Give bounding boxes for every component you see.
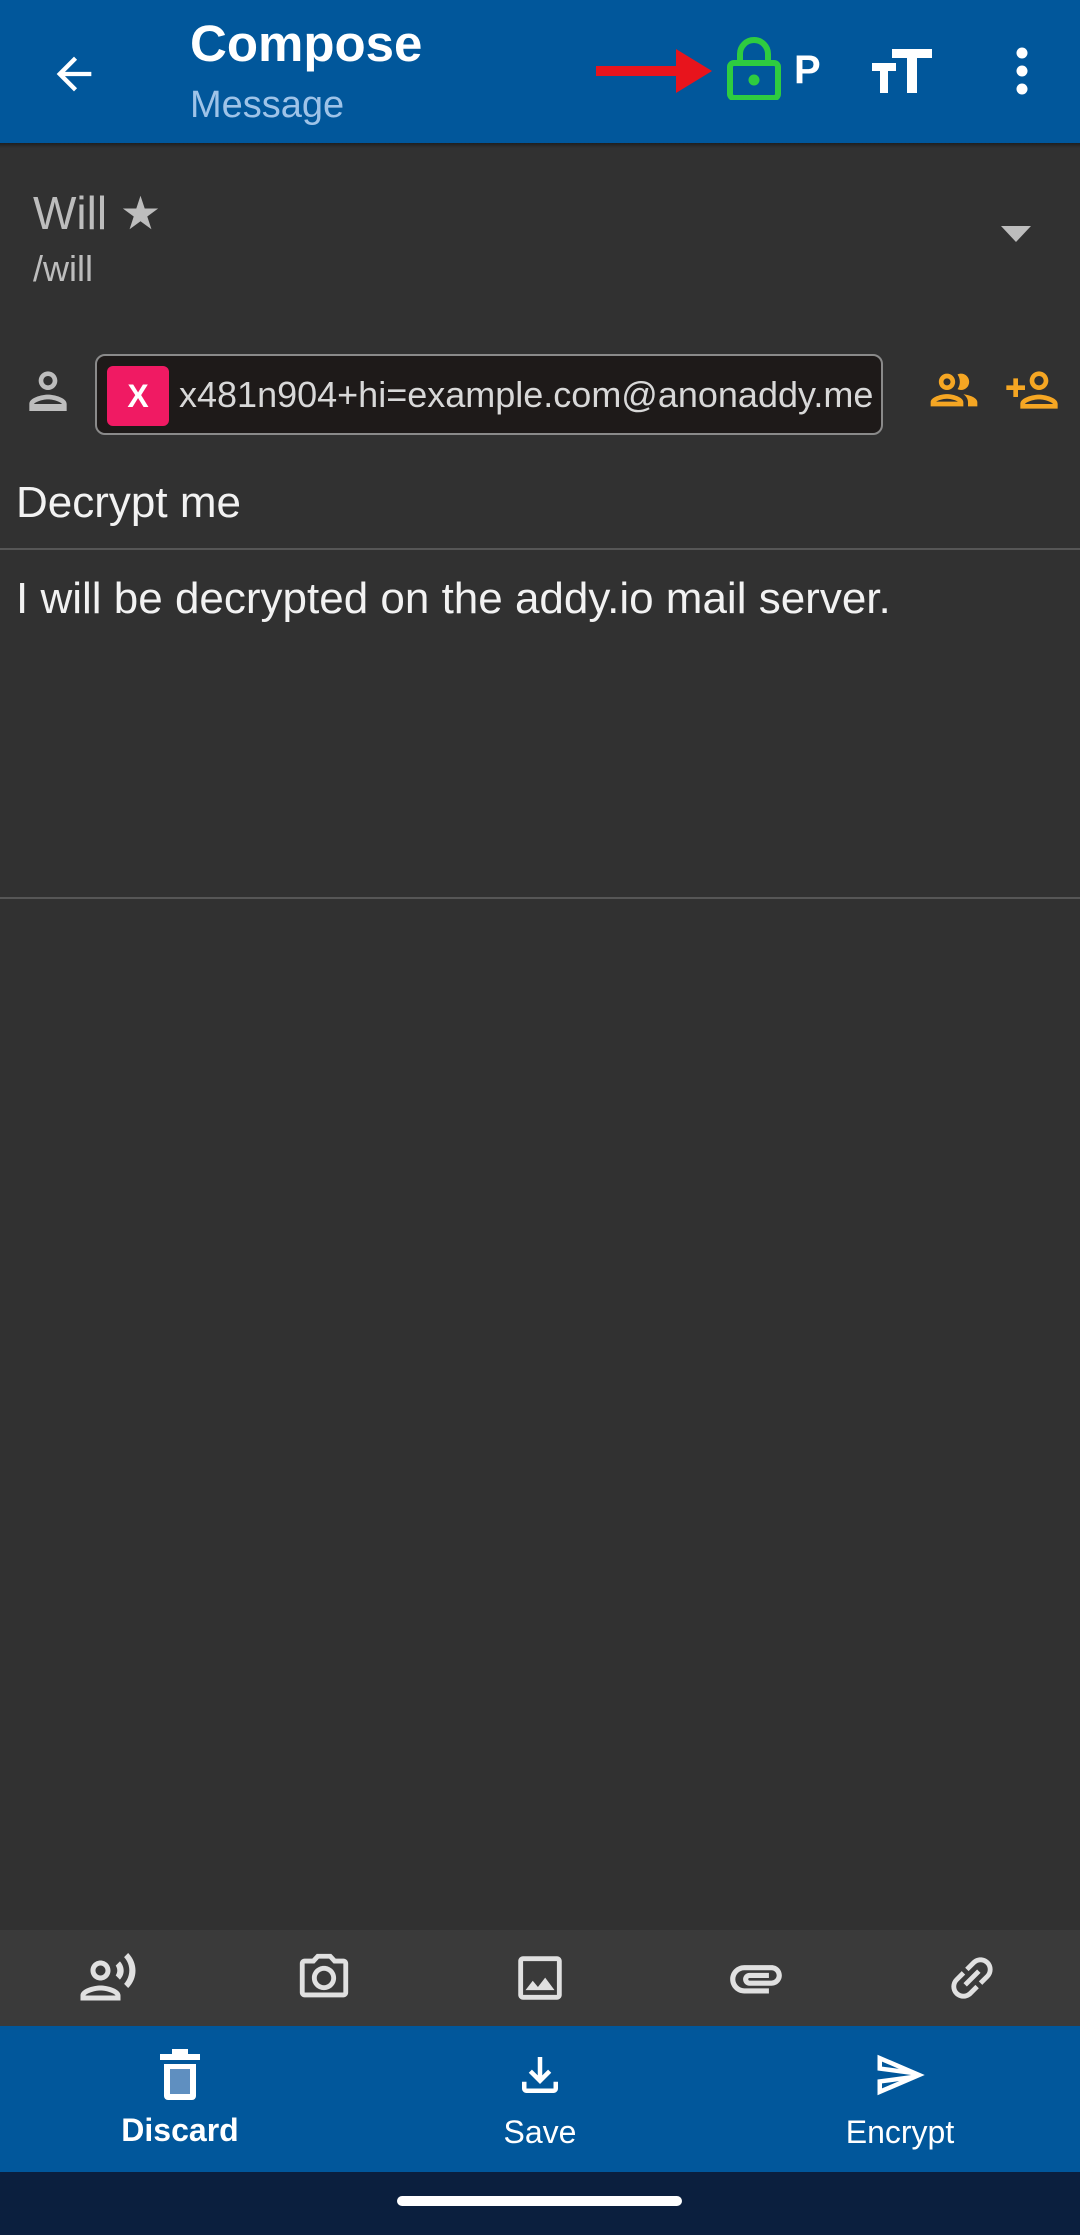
from-dropdown-button[interactable] <box>984 214 1048 254</box>
recipient-avatar: X <box>107 366 169 426</box>
attachment-toolbar <box>0 1930 1080 2026</box>
camera-button[interactable] <box>216 1930 432 2026</box>
text-size-icon <box>872 49 932 93</box>
voice-record-button[interactable] <box>0 1930 216 2026</box>
more-vert-icon <box>1016 47 1028 95</box>
recipient-chip[interactable]: X x481n904+hi=example.com@anonaddy.me <box>95 354 883 435</box>
image-icon <box>518 1956 562 2000</box>
discard-button[interactable]: Discard <box>0 2026 360 2172</box>
from-identity-name[interactable]: Will ★ <box>33 186 161 240</box>
red-arrow-annotation <box>596 49 712 93</box>
link-icon <box>951 1957 993 1999</box>
encrypt-button[interactable]: Encrypt <box>720 2026 1080 2172</box>
attach-file-icon <box>730 1965 782 1994</box>
encrypt-label: Encrypt <box>845 2114 955 2150</box>
attach-file-button[interactable] <box>648 1930 864 2026</box>
pgp-indicator[interactable]: P <box>794 48 821 93</box>
back-arrow-icon <box>56 56 92 92</box>
message-body-field[interactable]: I will be decrypted on the addy.io mail … <box>16 574 891 624</box>
subject-field[interactable]: Decrypt me <box>16 478 241 528</box>
insert-link-button[interactable] <box>864 1930 1080 2026</box>
from-identity-handle[interactable]: /will <box>33 248 93 290</box>
download-icon <box>522 2057 558 2093</box>
person-icon <box>29 371 67 411</box>
app-bar-shadow <box>0 143 1080 148</box>
divider <box>0 548 1080 550</box>
send-icon <box>877 2054 925 2096</box>
delete-icon <box>160 2049 200 2100</box>
lock-icon[interactable] <box>726 36 782 100</box>
page-subtitle: Message <box>190 84 345 126</box>
discard-label: Discard <box>121 2112 239 2148</box>
bottom-action-bar: Discard Save Encrypt <box>0 2026 1080 2172</box>
page-title: Compose <box>190 15 423 72</box>
text-size-button[interactable] <box>860 36 944 106</box>
contacts-icon[interactable] <box>922 362 986 418</box>
dropdown-arrow-icon <box>1001 226 1031 242</box>
divider <box>0 897 1080 899</box>
gesture-handle[interactable] <box>397 2196 682 2206</box>
recipient-address: x481n904+hi=example.com@anonaddy.me <box>179 374 874 415</box>
camera-icon <box>299 1953 349 1998</box>
back-button[interactable] <box>30 30 118 118</box>
add-contact-icon[interactable] <box>998 362 1066 418</box>
save-button[interactable]: Save <box>360 2026 720 2172</box>
save-label: Save <box>503 2114 577 2150</box>
image-button[interactable] <box>432 1930 648 2026</box>
more-options-button[interactable] <box>992 36 1052 106</box>
voice-record-icon <box>80 1953 136 2001</box>
